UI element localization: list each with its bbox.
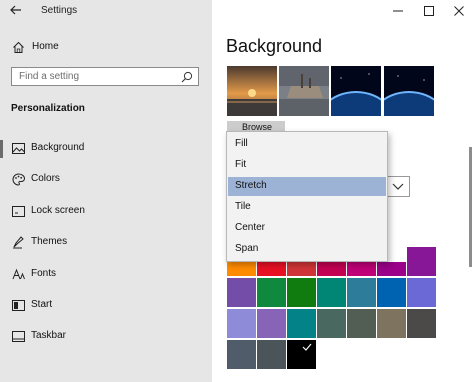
color-swatch[interactable] (347, 278, 376, 307)
recent-image-earth-night-1[interactable] (331, 66, 381, 116)
color-swatch[interactable] (377, 278, 406, 307)
sidebar-item-label: Colors (31, 173, 60, 185)
taskbar-icon (12, 331, 25, 343)
app-title: Settings (41, 5, 78, 16)
sidebar-item-themes[interactable]: Themes (0, 229, 212, 260)
color-swatch[interactable] (377, 309, 406, 338)
color-swatch-selected[interactable] (287, 340, 316, 369)
home-icon (13, 41, 24, 53)
fit-option-fill[interactable]: Fill (228, 135, 386, 154)
font-icon (12, 268, 25, 279)
color-swatch[interactable] (377, 262, 406, 276)
sidebar-item-taskbar[interactable]: Taskbar (0, 323, 212, 354)
option-label: Fill (235, 138, 248, 149)
sidebar-item-fonts[interactable]: Fonts (0, 261, 212, 292)
color-swatch[interactable] (317, 278, 346, 307)
palette-icon (12, 173, 25, 186)
title-bar: Settings (0, 0, 212, 22)
start-icon (12, 299, 25, 311)
fit-option-stretch[interactable]: Stretch (228, 177, 386, 196)
color-swatch[interactable] (407, 262, 436, 276)
search-icon[interactable] (181, 71, 193, 83)
sidebar-item-label: Background (31, 142, 85, 153)
scrollbar[interactable] (469, 147, 472, 267)
color-swatch[interactable] (347, 309, 376, 338)
sidebar-item-label: Taskbar (31, 330, 67, 342)
minimize-button[interactable] (383, 0, 413, 20)
color-swatch[interactable] (407, 309, 436, 338)
home-label: Home (32, 41, 59, 52)
color-swatch[interactable] (257, 309, 286, 338)
color-swatch[interactable] (287, 278, 316, 307)
option-label: Span (235, 243, 259, 254)
fit-option-fit[interactable]: Fit (228, 156, 386, 175)
fit-dropdown-list: Fill Fit Stretch Tile Center Span (226, 131, 388, 262)
color-swatch[interactable] (227, 309, 256, 338)
sidebar: Settings Home Find a setting Personaliza… (0, 0, 212, 382)
close-icon (454, 6, 464, 16)
sidebar-item-start[interactable]: Start (0, 292, 212, 323)
option-label: Fit (235, 159, 247, 170)
color-swatch[interactable] (227, 340, 256, 369)
color-swatch[interactable] (407, 278, 436, 307)
option-label: Center (235, 222, 266, 233)
color-swatch[interactable] (287, 309, 316, 338)
search-input[interactable]: Find a setting (11, 67, 199, 86)
color-swatch[interactable] (257, 262, 286, 276)
home-nav-item[interactable]: Home (10, 38, 200, 58)
color-swatch[interactable] (257, 278, 286, 307)
back-arrow-icon[interactable] (8, 2, 24, 18)
color-swatch[interactable] (257, 340, 286, 369)
sidebar-item-lock-screen[interactable]: Lock screen (0, 198, 212, 229)
fit-option-tile[interactable]: Tile (228, 198, 386, 217)
sidebar-item-label: Start (31, 298, 53, 310)
sidebar-item-colors[interactable]: Colors (0, 166, 212, 197)
sidebar-nav: Background Colors Lock screen Themes Fon… (0, 135, 212, 355)
search-placeholder: Find a setting (19, 71, 80, 82)
lock-screen-icon (12, 205, 25, 217)
color-swatch[interactable] (317, 309, 346, 338)
color-swatch[interactable] (317, 262, 346, 276)
sidebar-item-label: Lock screen (31, 204, 85, 216)
recent-image-earth-night-2[interactable] (384, 66, 434, 116)
color-swatch[interactable] (227, 262, 256, 276)
fit-option-center[interactable]: Center (228, 219, 386, 238)
brush-icon (13, 236, 24, 249)
color-swatch[interactable] (227, 278, 256, 307)
section-title: Personalization (11, 103, 85, 114)
sidebar-item-background[interactable]: Background (0, 135, 212, 166)
color-swatch[interactable] (347, 262, 376, 276)
maximize-icon (424, 6, 434, 16)
chevron-down-icon (392, 183, 404, 190)
page-title: Background (226, 36, 323, 56)
recent-image-shipwreck[interactable] (279, 66, 329, 116)
option-label: Tile (235, 201, 251, 212)
close-button[interactable] (444, 0, 474, 20)
picture-icon (12, 143, 25, 154)
checkmark-icon (302, 343, 312, 351)
maximize-button[interactable] (414, 0, 444, 20)
minimize-icon (393, 10, 403, 12)
recent-image-sunset-beach[interactable] (227, 66, 277, 116)
color-swatch[interactable] (287, 262, 316, 276)
sidebar-item-label: Fonts (31, 267, 57, 279)
sidebar-item-label: Themes (31, 236, 68, 248)
option-label: Stretch (235, 180, 267, 191)
fit-option-span[interactable]: Span (228, 240, 386, 259)
